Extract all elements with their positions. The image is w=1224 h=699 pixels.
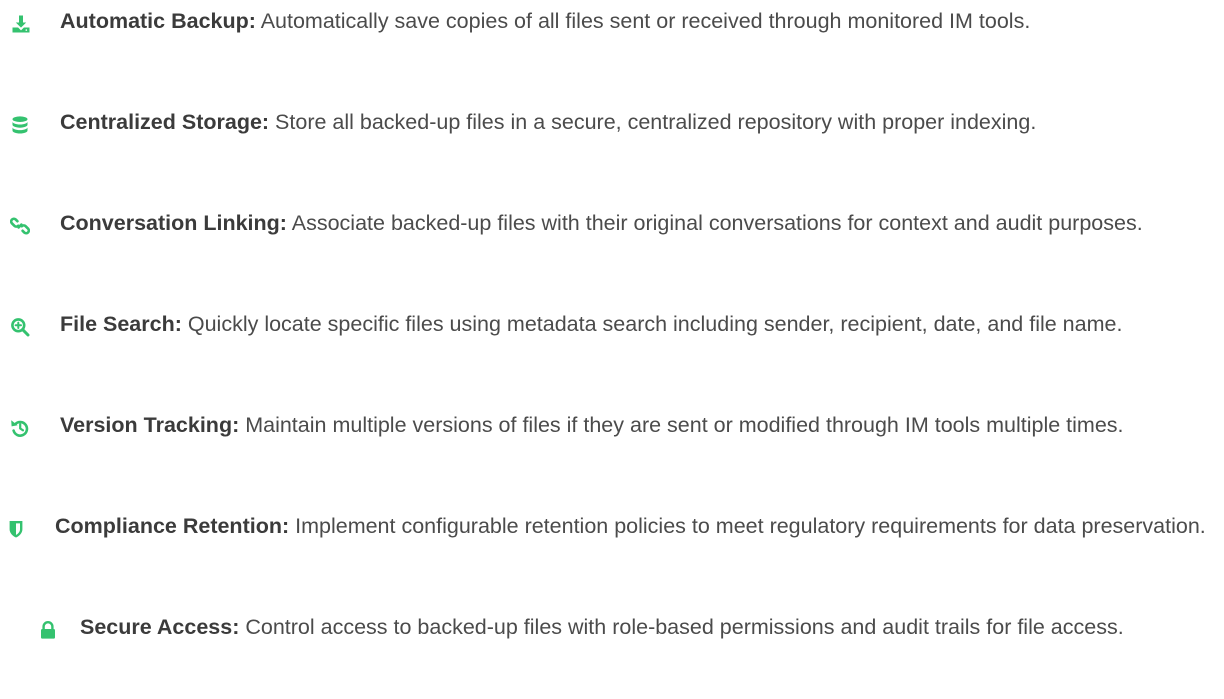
feature-title: Secure Access: [80, 615, 240, 639]
feature-description: Automatically save copies of all files s… [255, 9, 1031, 33]
feature-text: Secure Access: Control access to backed-… [80, 609, 1208, 646]
feature-text: Automatic Backup: Automatically save cop… [60, 3, 1208, 40]
feature-text: Compliance Retention: Implement configur… [55, 508, 1208, 545]
feature-text: File Search: Quickly locate specific fil… [60, 306, 1208, 343]
feature-text: Centralized Storage: Store all backed-up… [60, 104, 1208, 141]
feature-title: Automatic Backup: [60, 9, 256, 33]
feature-title: Compliance Retention: [55, 514, 290, 538]
feature-title: File Search: [60, 312, 182, 336]
lock-icon [38, 620, 58, 640]
feature-title: Centralized Storage: [60, 110, 270, 134]
history-icon [10, 418, 30, 438]
feature-text: Conversation Linking: Associate backed-u… [60, 205, 1208, 242]
search-plus-icon [10, 317, 30, 337]
feature-description: Quickly locate specific files using meta… [181, 312, 1123, 336]
feature-title: Version Tracking: [60, 413, 240, 437]
feature-description: Maintain multiple versions of files if t… [239, 413, 1124, 437]
link-icon [10, 216, 30, 236]
shield-icon [6, 519, 26, 539]
feature-title: Conversation Linking: [60, 211, 287, 235]
feature-description: Store all backed-up files in a secure, c… [269, 110, 1037, 134]
feature-text: Version Tracking: Maintain multiple vers… [60, 407, 1208, 444]
database-icon [10, 115, 30, 135]
feature-description: Associate backed-up files with their ori… [286, 211, 1143, 235]
feature-description: Implement configurable retention policie… [289, 514, 1206, 538]
download-icon [11, 14, 31, 34]
feature-description: Control access to backed-up files with r… [239, 615, 1124, 639]
